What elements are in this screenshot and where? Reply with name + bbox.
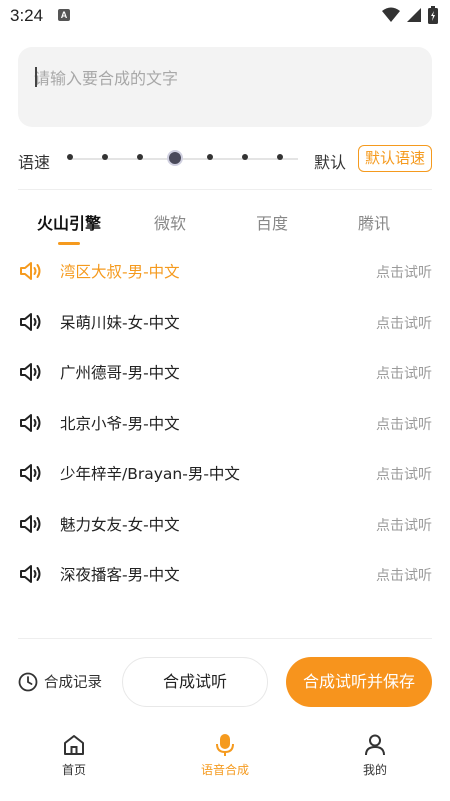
voice-name: 广州德哥-男-中文 (60, 364, 180, 382)
text-caret (35, 67, 37, 87)
speaker-icon (20, 414, 41, 432)
microphone-icon (216, 734, 234, 756)
divider (18, 189, 432, 190)
voice-name: 呆萌川妹-女-中文 (60, 314, 180, 332)
history-button[interactable]: 合成记录 (18, 671, 102, 692)
speed-value: 默认 (314, 153, 347, 172)
home-icon (64, 735, 84, 755)
preview-link[interactable]: 点击试听 (376, 363, 432, 383)
signal-icon (407, 8, 421, 22)
status-time: 3:24 (10, 6, 44, 25)
bottom-nav: 首页 语音合成 我的 (0, 725, 450, 801)
preview-link[interactable]: 点击试听 (376, 515, 432, 535)
voice-item-partial[interactable] (0, 608, 450, 622)
history-label: 合成记录 (44, 675, 102, 691)
synthesize-preview-button[interactable]: 合成试听 (122, 657, 268, 707)
preview-link[interactable]: 点击试听 (376, 464, 432, 484)
nav-mine[interactable]: 我的 (330, 733, 420, 778)
voice-name: 北京小爷-男-中文 (60, 415, 180, 433)
notification-icon: A (58, 9, 70, 21)
preview-link[interactable]: 点击试听 (376, 313, 432, 333)
nav-voice-synthesis[interactable]: 语音合成 (180, 733, 270, 778)
wifi-icon (382, 7, 400, 22)
speed-label: 语速 (18, 153, 51, 172)
voice-item[interactable]: 广州德哥-男-中文 点击试听 (0, 347, 450, 397)
battery-icon (428, 6, 438, 24)
speed-step-dot[interactable] (207, 154, 213, 160)
user-icon (365, 734, 385, 756)
preview-link[interactable]: 点击试听 (376, 262, 432, 282)
speed-step-dot[interactable] (277, 154, 283, 160)
active-tab-indicator (58, 242, 80, 245)
voice-item[interactable]: 少年梓辛/Brayan-男-中文 点击试听 (0, 448, 450, 498)
speaker-icon (20, 565, 41, 583)
speaker-icon (20, 262, 41, 280)
speed-step-dot[interactable] (102, 154, 108, 160)
voice-name: 少年梓辛/Brayan-男-中文 (60, 465, 240, 483)
tab-tencent[interactable]: 腾讯 (358, 210, 390, 234)
speed-step-dot[interactable] (67, 154, 73, 160)
voice-item[interactable]: 湾区大叔-男-中文 点击试听 (0, 246, 450, 296)
speed-slider-thumb[interactable] (167, 150, 183, 166)
divider (18, 638, 432, 639)
voice-list: 湾区大叔-男-中文 点击试听 呆萌川妹-女-中文 点击试听 广州德哥-男-中文 … (0, 246, 450, 622)
status-icons (382, 6, 438, 24)
voice-name: 湾区大叔-男-中文 (60, 263, 180, 281)
tab-microsoft[interactable]: 微软 (154, 210, 186, 234)
synthesis-text-input[interactable] (18, 47, 432, 127)
speed-step-dot[interactable] (242, 154, 248, 160)
voice-item[interactable]: 呆萌川妹-女-中文 点击试听 (0, 297, 450, 347)
default-speed-button[interactable]: 默认语速 (358, 145, 432, 172)
preview-link[interactable]: 点击试听 (376, 565, 432, 585)
synthesize-and-save-button[interactable]: 合成试听并保存 (286, 657, 432, 707)
status-bar: 3:24 A (0, 0, 450, 32)
clock-icon (18, 672, 38, 691)
engine-tabs: 火山引擎 微软 百度 腾讯 (0, 200, 450, 246)
tab-baidu[interactable]: 百度 (256, 210, 288, 234)
speaker-icon (20, 313, 41, 331)
voice-item[interactable]: 北京小爷-男-中文 点击试听 (0, 398, 450, 448)
voice-name: 深夜播客-男-中文 (60, 566, 180, 584)
speaker-icon (20, 363, 41, 381)
action-bar: 合成记录 合成试听 合成试听并保存 (0, 655, 450, 711)
text-input-container (18, 47, 432, 127)
nav-mine-label: 我的 (362, 763, 387, 777)
tab-volcano-engine[interactable]: 火山引擎 (37, 210, 101, 234)
voice-name: 魅力女友-女-中文 (60, 516, 180, 534)
nav-home-label: 首页 (61, 763, 86, 777)
voice-item[interactable]: 深夜播客-男-中文 点击试听 (0, 549, 450, 599)
speed-step-dot[interactable] (137, 154, 143, 160)
preview-link[interactable]: 点击试听 (376, 414, 432, 434)
voice-item[interactable]: 魅力女友-女-中文 点击试听 (0, 499, 450, 549)
speaker-icon (20, 464, 41, 482)
speaker-icon (20, 515, 41, 533)
speed-row: 语速 默认 默认语速 (18, 140, 432, 178)
nav-home[interactable]: 首页 (29, 733, 119, 778)
nav-voice-synthesis-label: 语音合成 (200, 763, 249, 777)
